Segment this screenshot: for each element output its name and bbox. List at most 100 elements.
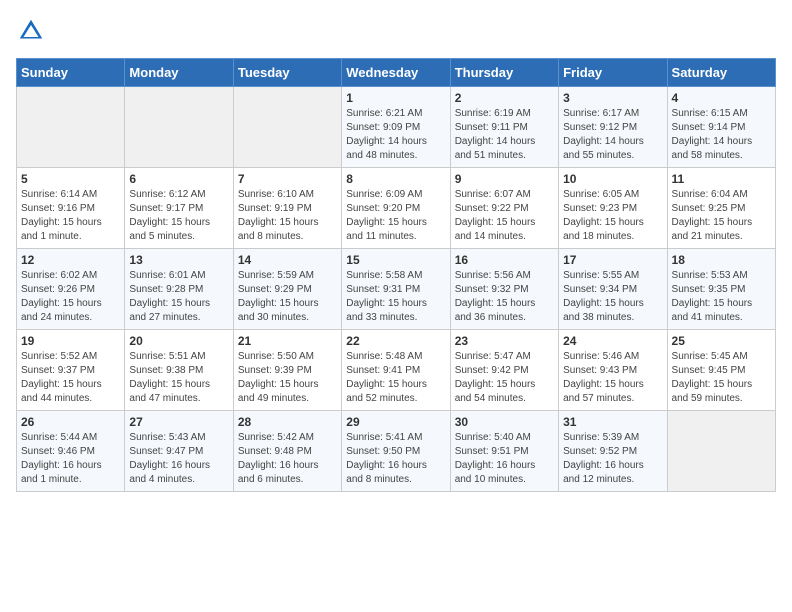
day-info: Sunrise: 5:52 AMSunset: 9:37 PMDaylight:… (21, 350, 120, 406)
day-info: Sunrise: 5:43 AMSunset: 9:47 PMDaylight:… (129, 431, 228, 487)
day-number: 24 (563, 334, 662, 348)
logo-icon (16, 16, 46, 46)
calendar-cell: 31 Sunrise: 5:39 AMSunset: 9:52 PMDayligh… (559, 411, 667, 492)
calendar-cell: 10Sunrise: 6:05 AMSunset: 9:23 PMDayligh… (559, 168, 667, 249)
calendar-cell: 22 Sunrise: 5:48 AMSunset: 9:41 PMDayligh… (342, 330, 450, 411)
weekday-header: Monday (125, 59, 233, 87)
weekday-header: Sunday (17, 59, 125, 87)
calendar-cell (667, 411, 775, 492)
day-info: Sunrise: 5:58 AMSunset: 9:31 PMDaylight:… (346, 269, 445, 325)
day-number: 12 (21, 253, 120, 267)
day-number: 14 (238, 253, 337, 267)
calendar-cell: 2 Sunrise: 6:19 AMSunset: 9:11 PMDaylight… (450, 87, 558, 168)
calendar-cell: 20 Sunrise: 5:51 AMSunset: 9:38 PMDayligh… (125, 330, 233, 411)
day-info: Sunrise: 6:21 AMSunset: 9:09 PMDaylight:… (346, 107, 445, 163)
calendar-cell: 24 Sunrise: 5:46 AMSunset: 9:43 PMDayligh… (559, 330, 667, 411)
day-number: 15 (346, 253, 445, 267)
calendar-week-row: 1 Sunrise: 6:21 AMSunset: 9:09 PMDaylight… (17, 87, 776, 168)
weekday-header: Wednesday (342, 59, 450, 87)
calendar-cell: 3Sunrise: 6:17 AMSunset: 9:12 PMDaylight… (559, 87, 667, 168)
calendar-cell: 4 Sunrise: 6:15 AMSunset: 9:14 PMDaylight… (667, 87, 775, 168)
day-info: Sunrise: 5:46 AMSunset: 9:43 PMDaylight:… (563, 350, 662, 406)
calendar-cell: 15 Sunrise: 5:58 AMSunset: 9:31 PMDayligh… (342, 249, 450, 330)
day-number: 8 (346, 172, 445, 186)
day-info: Sunrise: 5:53 AMSunset: 9:35 PMDaylight:… (672, 269, 771, 325)
calendar-cell (17, 87, 125, 168)
day-number: 13 (129, 253, 228, 267)
calendar-cell: 1 Sunrise: 6:21 AMSunset: 9:09 PMDaylight… (342, 87, 450, 168)
calendar-cell: 30 Sunrise: 5:40 AMSunset: 9:51 PMDayligh… (450, 411, 558, 492)
calendar-cell: 14 Sunrise: 5:59 AMSunset: 9:29 PMDayligh… (233, 249, 341, 330)
calendar-cell: 18 Sunrise: 5:53 AMSunset: 9:35 PMDayligh… (667, 249, 775, 330)
calendar-cell (233, 87, 341, 168)
calendar-cell: 28 Sunrise: 5:42 AMSunset: 9:48 PMDayligh… (233, 411, 341, 492)
day-number: 5 (21, 172, 120, 186)
day-number: 25 (672, 334, 771, 348)
day-info: Sunrise: 5:40 AMSunset: 9:51 PMDaylight:… (455, 431, 554, 487)
day-info: Sunrise: 5:48 AMSunset: 9:41 PMDaylight:… (346, 350, 445, 406)
day-number: 31 (563, 415, 662, 429)
calendar-cell: 11Sunrise: 6:04 AMSunset: 9:25 PMDayligh… (667, 168, 775, 249)
calendar-cell: 9Sunrise: 6:07 AMSunset: 9:22 PMDaylight… (450, 168, 558, 249)
calendar-cell: 13Sunrise: 6:01 AMSunset: 9:28 PMDayligh… (125, 249, 233, 330)
day-number: 27 (129, 415, 228, 429)
day-number: 4 (672, 91, 771, 105)
calendar-cell: 19 Sunrise: 5:52 AMSunset: 9:37 PMDayligh… (17, 330, 125, 411)
page-header (16, 16, 776, 46)
day-number: 19 (21, 334, 120, 348)
day-number: 2 (455, 91, 554, 105)
calendar-cell: 25 Sunrise: 5:45 AMSunset: 9:45 PMDayligh… (667, 330, 775, 411)
day-info: Sunrise: 5:42 AMSunset: 9:48 PMDaylight:… (238, 431, 337, 487)
day-number: 20 (129, 334, 228, 348)
day-number: 21 (238, 334, 337, 348)
day-info: Sunrise: 5:56 AMSunset: 9:32 PMDaylight:… (455, 269, 554, 325)
day-number: 22 (346, 334, 445, 348)
day-info: Sunrise: 5:39 AMSunset: 9:52 PMDaylight:… (563, 431, 662, 487)
logo (16, 16, 50, 46)
day-info: Sunrise: 6:12 AMSunset: 9:17 PMDaylight:… (129, 188, 228, 244)
calendar-cell (125, 87, 233, 168)
day-number: 11 (672, 172, 771, 186)
day-info: Sunrise: 6:10 AMSunset: 9:19 PMDaylight:… (238, 188, 337, 244)
calendar-cell: 29 Sunrise: 5:41 AMSunset: 9:50 PMDayligh… (342, 411, 450, 492)
calendar-week-row: 5Sunrise: 6:14 AMSunset: 9:16 PMDaylight… (17, 168, 776, 249)
weekday-header: Friday (559, 59, 667, 87)
day-number: 9 (455, 172, 554, 186)
calendar-cell: 16 Sunrise: 5:56 AMSunset: 9:32 PMDayligh… (450, 249, 558, 330)
day-info: Sunrise: 5:51 AMSunset: 9:38 PMDaylight:… (129, 350, 228, 406)
day-number: 29 (346, 415, 445, 429)
header-row: SundayMondayTuesdayWednesdayThursdayFrid… (17, 59, 776, 87)
day-info: Sunrise: 6:02 AMSunset: 9:26 PMDaylight:… (21, 269, 120, 325)
calendar-cell: 5Sunrise: 6:14 AMSunset: 9:16 PMDaylight… (17, 168, 125, 249)
day-number: 18 (672, 253, 771, 267)
day-info: Sunrise: 5:55 AMSunset: 9:34 PMDaylight:… (563, 269, 662, 325)
weekday-header: Thursday (450, 59, 558, 87)
calendar-cell: 6 Sunrise: 6:12 AMSunset: 9:17 PMDaylight… (125, 168, 233, 249)
day-number: 7 (238, 172, 337, 186)
day-number: 23 (455, 334, 554, 348)
calendar-cell: 26 Sunrise: 5:44 AMSunset: 9:46 PMDayligh… (17, 411, 125, 492)
day-number: 6 (129, 172, 228, 186)
day-number: 1 (346, 91, 445, 105)
calendar-cell: 12 Sunrise: 6:02 AMSunset: 9:26 PMDayligh… (17, 249, 125, 330)
day-number: 26 (21, 415, 120, 429)
day-info: Sunrise: 5:41 AMSunset: 9:50 PMDaylight:… (346, 431, 445, 487)
day-number: 30 (455, 415, 554, 429)
weekday-header: Saturday (667, 59, 775, 87)
day-info: Sunrise: 6:17 AMSunset: 9:12 PMDaylight:… (563, 107, 662, 163)
calendar-week-row: 26 Sunrise: 5:44 AMSunset: 9:46 PMDayligh… (17, 411, 776, 492)
day-info: Sunrise: 5:44 AMSunset: 9:46 PMDaylight:… (21, 431, 120, 487)
day-info: Sunrise: 5:59 AMSunset: 9:29 PMDaylight:… (238, 269, 337, 325)
calendar-cell: 23Sunrise: 5:47 AMSunset: 9:42 PMDayligh… (450, 330, 558, 411)
day-info: Sunrise: 6:09 AMSunset: 9:20 PMDaylight:… (346, 188, 445, 244)
day-number: 17 (563, 253, 662, 267)
calendar-cell: 21Sunrise: 5:50 AMSunset: 9:39 PMDayligh… (233, 330, 341, 411)
day-info: Sunrise: 6:15 AMSunset: 9:14 PMDaylight:… (672, 107, 771, 163)
day-number: 28 (238, 415, 337, 429)
day-info: Sunrise: 5:45 AMSunset: 9:45 PMDaylight:… (672, 350, 771, 406)
calendar-cell: 7 Sunrise: 6:10 AMSunset: 9:19 PMDaylight… (233, 168, 341, 249)
day-info: Sunrise: 6:19 AMSunset: 9:11 PMDaylight:… (455, 107, 554, 163)
calendar-cell: 17 Sunrise: 5:55 AMSunset: 9:34 PMDayligh… (559, 249, 667, 330)
calendar-week-row: 12 Sunrise: 6:02 AMSunset: 9:26 PMDayligh… (17, 249, 776, 330)
day-number: 16 (455, 253, 554, 267)
